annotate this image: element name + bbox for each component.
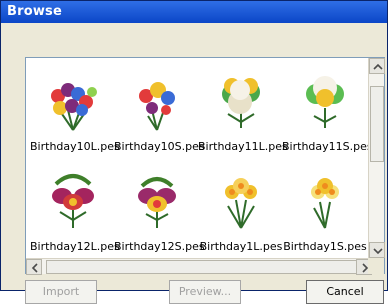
- cancel-button[interactable]: Cancel: [306, 280, 384, 304]
- chevron-down-icon: [373, 248, 383, 255]
- scroll-left-button[interactable]: [26, 259, 42, 275]
- chrysanthemum-icon: [306, 76, 344, 128]
- vertical-scroll-thumb[interactable]: [370, 86, 384, 162]
- daffodil-icon: [311, 178, 339, 229]
- horizontal-scroll-thumb[interactable]: [46, 260, 364, 274]
- file-name: Birthday1S.pes: [283, 240, 367, 253]
- file-tile[interactable]: Birthday12L.pes: [30, 158, 120, 258]
- orchid-icon: [138, 177, 176, 228]
- thumbnail-grid: Birthday10L.pes Birthday10S.pes Birthday…: [26, 58, 373, 258]
- vertical-scrollbar[interactable]: [368, 58, 385, 258]
- chevron-left-icon: [31, 263, 38, 273]
- file-tile[interactable]: Birthday10L.pes: [30, 58, 120, 158]
- flower-bouquet-icon: [139, 82, 175, 131]
- scroll-up-button[interactable]: [369, 58, 385, 74]
- file-name: Birthday12L.pes: [30, 240, 120, 253]
- file-tile[interactable]: Birthday12S.pes: [114, 158, 205, 258]
- import-button[interactable]: Import: [25, 280, 97, 304]
- file-tile[interactable]: Birthday11S.pes: [282, 58, 373, 158]
- file-name: Birthday11L.pes: [198, 140, 288, 153]
- file-tile[interactable]: Birthday1S.pes: [282, 158, 368, 258]
- dialog-body: Birthday10L.pes Birthday10S.pes Birthday…: [1, 23, 387, 304]
- scroll-corner: [368, 258, 384, 274]
- preview-button[interactable]: Preview...: [169, 280, 241, 304]
- window-title: Browse: [7, 4, 63, 19]
- title-bar[interactable]: Browse: [1, 1, 387, 23]
- orchid-icon: [52, 174, 94, 228]
- file-name: Birthday10S.pes: [114, 140, 205, 153]
- file-tile[interactable]: Birthday11L.pes: [198, 58, 288, 158]
- file-tile[interactable]: Birthday10S.pes: [114, 58, 205, 158]
- chevron-up-icon: [373, 63, 383, 70]
- file-name: Birthday12S.pes: [114, 240, 205, 253]
- file-name: Birthday11S.pes: [282, 140, 373, 153]
- flower-bouquet-icon: [51, 83, 97, 131]
- chrysanthemum-icon: [222, 78, 260, 128]
- file-name: Birthday1L.pes: [199, 240, 283, 253]
- file-browser-panel: Birthday10L.pes Birthday10S.pes Birthday…: [25, 57, 385, 275]
- scroll-down-button[interactable]: [369, 242, 385, 258]
- file-name: Birthday10L.pes: [30, 140, 120, 153]
- daffodil-icon: [225, 178, 257, 229]
- browse-dialog: Browse Birthday10L.pes Birthday10S.pes B…: [0, 0, 388, 304]
- horizontal-scrollbar[interactable]: [26, 258, 372, 275]
- file-tile[interactable]: Birthday1L.pes: [198, 158, 284, 258]
